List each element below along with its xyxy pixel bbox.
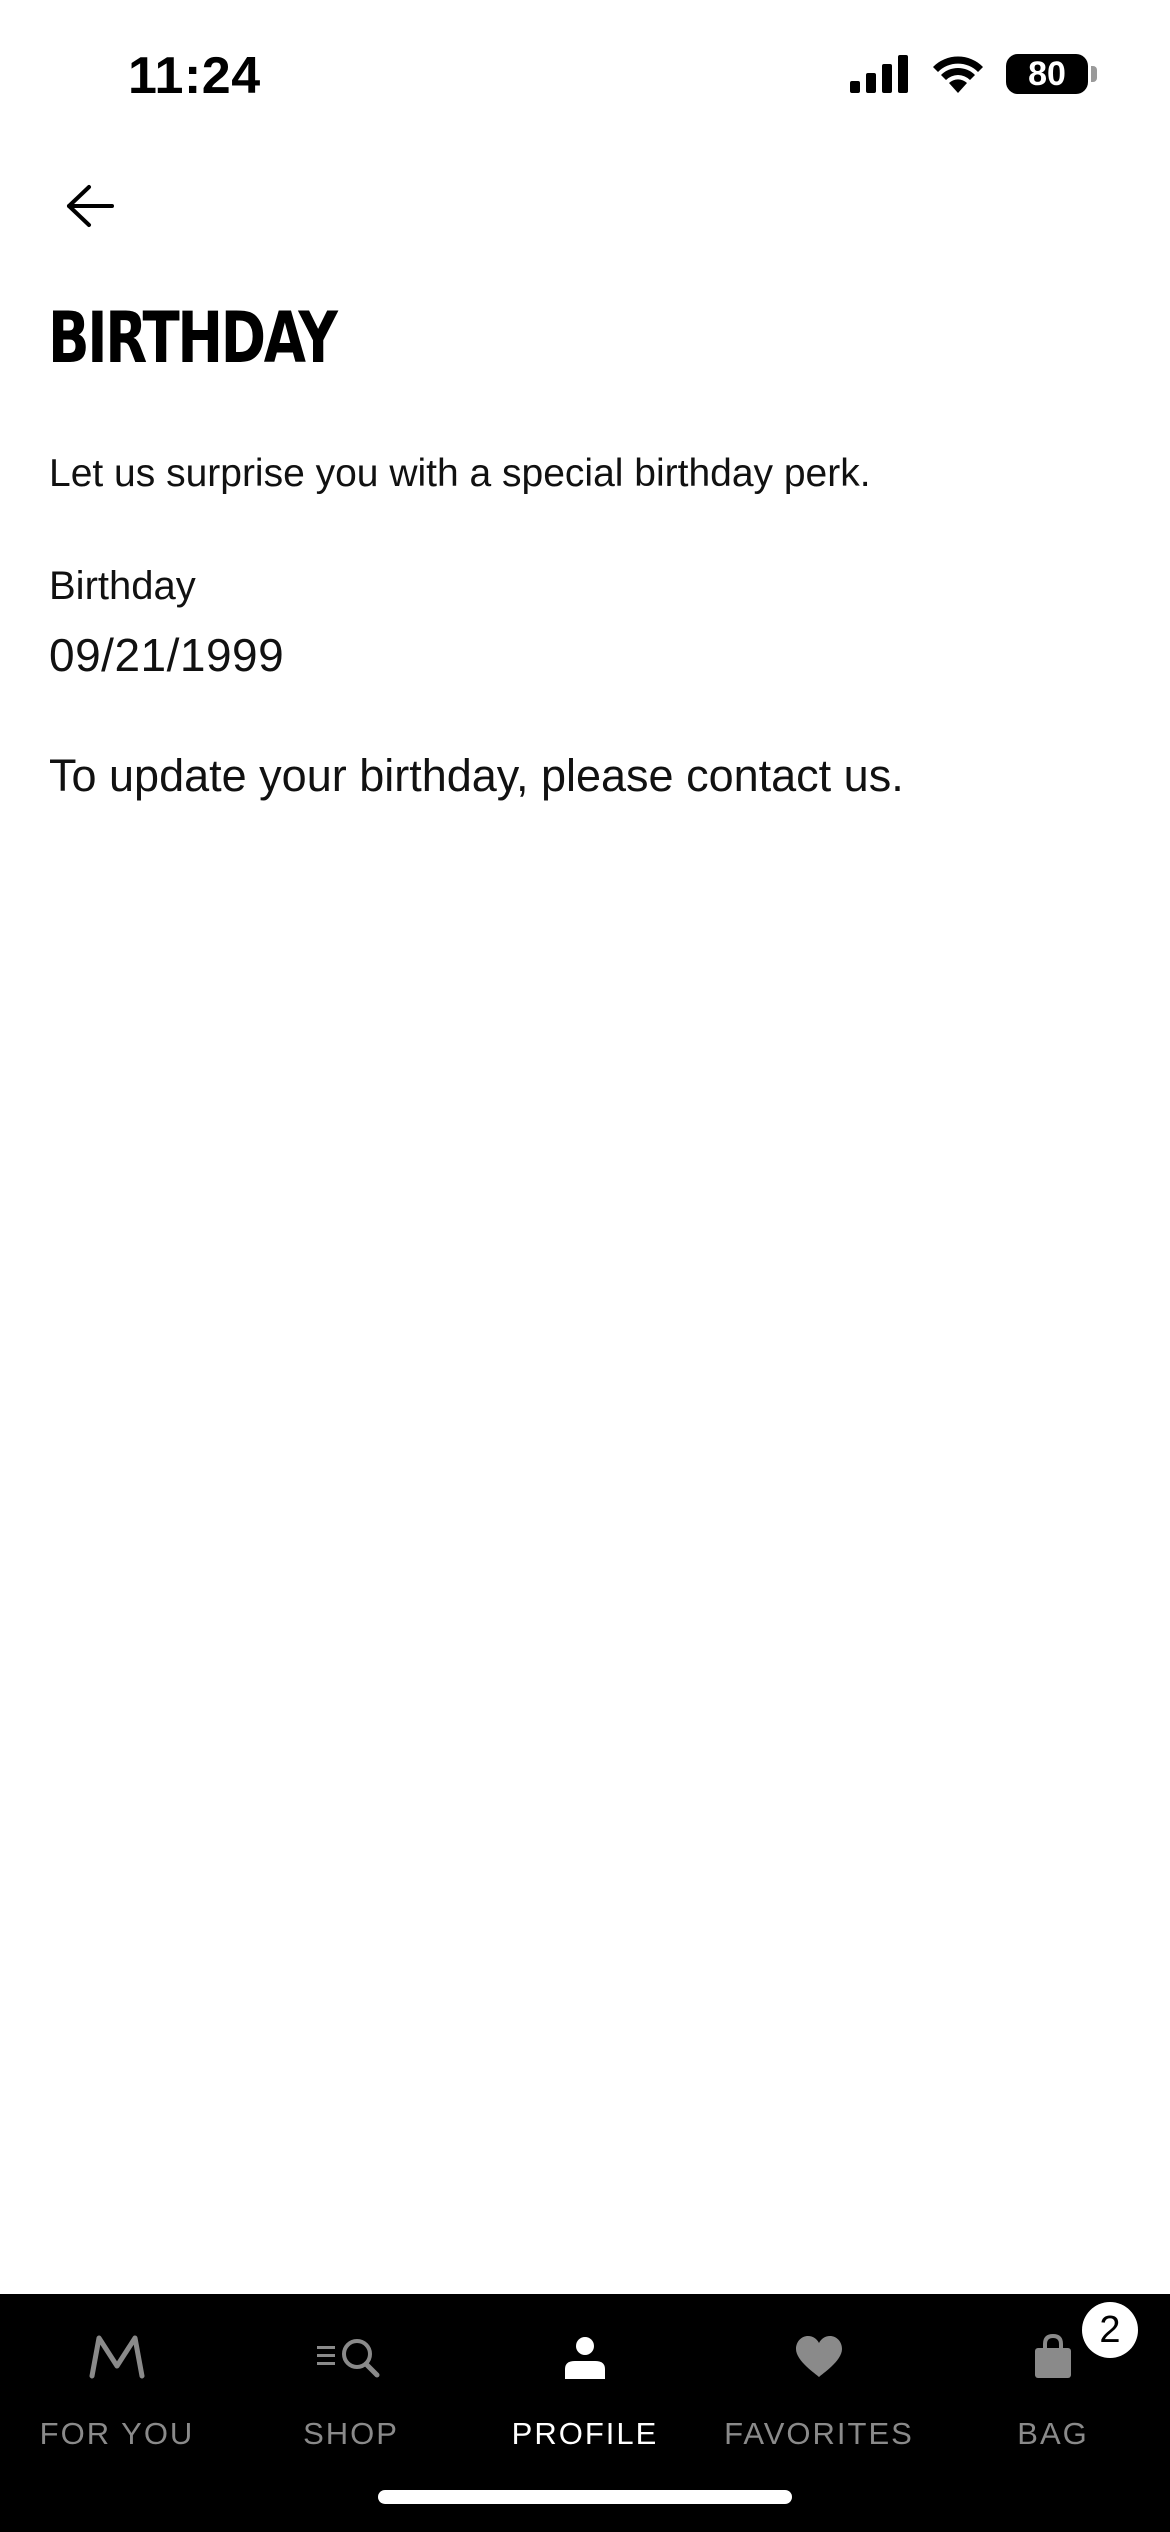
tab-shop[interactable]: SHOP	[234, 2294, 468, 2454]
page-title: BIRTHDAY	[48, 297, 338, 379]
battery-icon: 80	[1006, 54, 1097, 94]
bag-icon	[1033, 2322, 1073, 2392]
menu-search-icon	[315, 2322, 387, 2392]
home-indicator	[378, 2490, 792, 2504]
bag-count-badge: 2	[1082, 2302, 1138, 2358]
intro-text: Let us surprise you with a special birth…	[49, 452, 871, 495]
m-logo-icon	[87, 2322, 147, 2392]
signal-icon	[850, 55, 908, 93]
heart-icon	[794, 2322, 844, 2392]
contact-note: To update your birthday, please contact …	[49, 750, 904, 801]
birthday-label: Birthday	[49, 564, 196, 608]
tab-label-profile: PROFILE	[511, 2416, 659, 2451]
birthday-value: 09/21/1999	[49, 629, 285, 681]
person-icon	[561, 2322, 609, 2392]
arrow-left-icon	[67, 185, 114, 227]
battery-level: 80	[1028, 55, 1066, 93]
status-icons: 80	[850, 54, 1097, 94]
back-button[interactable]	[52, 168, 128, 244]
tab-profile[interactable]: PROFILE	[468, 2294, 702, 2454]
tab-favorites[interactable]: FAVORITES	[702, 2294, 936, 2454]
tab-label-bag: BAG	[1017, 2416, 1089, 2451]
tab-label-favorites: FAVORITES	[724, 2416, 914, 2451]
tab-bag[interactable]: 2 BAG	[936, 2294, 1170, 2454]
tab-label-shop: SHOP	[303, 2416, 399, 2451]
bottom-tab-bar: FOR YOU SHOP PROFILE FAVORITES 2 BAG	[0, 2294, 1170, 2532]
tab-label-for-you: FOR YOU	[39, 2416, 195, 2451]
status-bar: 11:24 80	[0, 0, 1170, 140]
status-time: 11:24	[128, 47, 261, 105]
wifi-icon	[933, 56, 983, 93]
tab-for-you[interactable]: FOR YOU	[0, 2294, 234, 2454]
